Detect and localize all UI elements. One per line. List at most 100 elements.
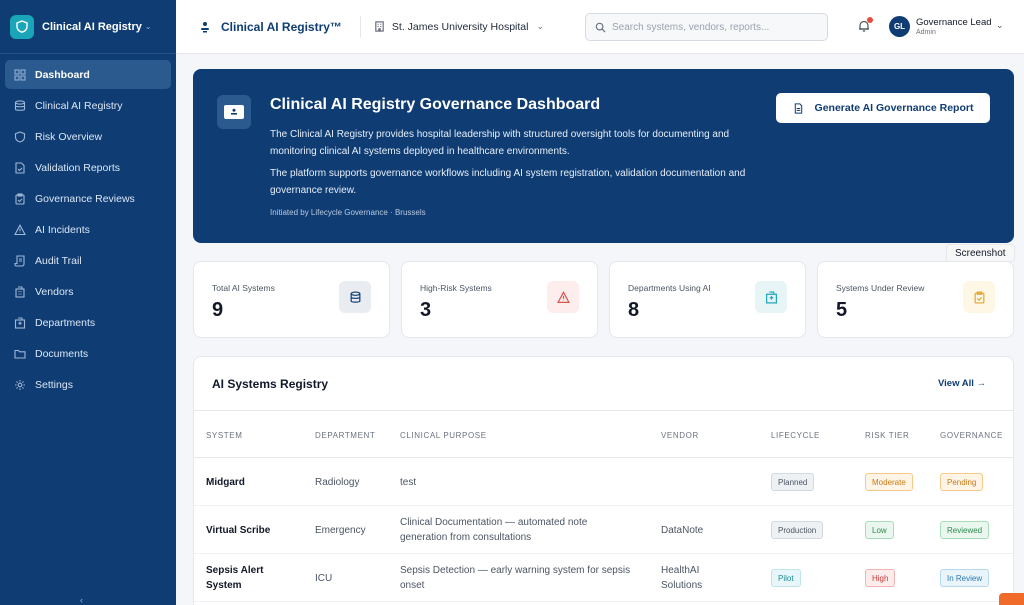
stat-value: 8 <box>628 299 640 321</box>
database-icon <box>339 281 371 313</box>
sidebar-item-documents[interactable]: Documents <box>5 339 171 368</box>
column-header-clinical-purpose[interactable]: CLINICAL PURPOSE <box>400 431 487 440</box>
warning-icon <box>547 281 579 313</box>
column-header-risk-tier[interactable]: RISK TIER <box>865 431 909 440</box>
generate-report-button[interactable]: Generate AI Governance Report <box>776 93 990 123</box>
lifecycle-badge: Pilot <box>771 569 801 587</box>
chevron-down-icon: ⌄ <box>144 22 152 31</box>
brand-switcher[interactable]: Clinical AI Registry ⌄ <box>0 0 176 54</box>
view-all-link[interactable]: View All → <box>938 378 986 389</box>
department-cell: Emergency <box>315 525 366 536</box>
column-header-department[interactable]: DEPARTMENT <box>315 431 375 440</box>
sidebar-item-label: Governance Reviews <box>35 192 135 205</box>
notifications-button[interactable] <box>857 17 873 33</box>
stat-label: Total AI Systems <box>212 283 275 293</box>
folder-icon <box>14 349 26 359</box>
sidebar-item-audit-trail[interactable]: Audit Trail <box>5 246 171 275</box>
shield-icon <box>14 130 26 143</box>
topbar: Clinical AI Registry™ St. James Universi… <box>176 0 1024 54</box>
hero-description-secondary: The platform supports governance workflo… <box>270 168 746 196</box>
stat-card-high-risk[interactable]: High-Risk Systems 3 <box>401 261 598 338</box>
stat-label: High-Risk Systems <box>420 283 492 293</box>
column-header-vendor[interactable]: VENDOR <box>661 431 699 440</box>
sidebar-item-label: Audit Trail <box>35 254 82 267</box>
hero-banner: Clinical AI Registry Governance Dashboar… <box>193 69 1014 243</box>
sidebar-item-label: Departments <box>35 316 96 329</box>
stat-card-total-systems[interactable]: Total AI Systems 9 <box>193 261 390 338</box>
sidebar-item-label: AI Incidents <box>35 223 90 236</box>
vendor-cell: HealthAI Solutions <box>661 565 703 591</box>
sidebar-item-dashboard[interactable]: Dashboard <box>5 60 171 89</box>
table-row[interactable]: Virtual Scribe Emergency Clinical Docume… <box>194 506 1013 554</box>
sidebar-item-clinical-ai-registry[interactable]: Clinical AI Registry <box>5 91 171 120</box>
hospital-icon <box>14 316 26 329</box>
department-cell: Radiology <box>315 477 360 488</box>
sidebar-item-label: Vendors <box>35 285 74 298</box>
system-name[interactable]: Virtual Scribe <box>206 523 270 538</box>
sidebar-item-validation-reports[interactable]: Validation Reports <box>5 153 171 182</box>
sidebar-item-governance-reviews[interactable]: Governance Reviews <box>5 184 171 213</box>
scroll-icon <box>14 254 25 267</box>
lifecycle-badge: Production <box>771 521 824 539</box>
vendor-cell: DataNote <box>661 525 704 536</box>
stat-card-departments[interactable]: Departments Using AI 8 <box>609 261 806 338</box>
user-name: Governance Lead <box>916 17 992 28</box>
table-header: SYSTEM DEPARTMENT CLINICAL PURPOSE VENDO… <box>194 410 1013 458</box>
purpose-cell: test <box>400 477 417 488</box>
sidebar-item-label: Clinical AI Registry <box>35 99 123 112</box>
document-icon <box>794 102 802 114</box>
building-icon <box>375 21 384 32</box>
sidebar-item-settings[interactable]: Settings <box>5 370 171 399</box>
clipboard-check-icon <box>15 192 25 205</box>
governance-badge: In Review <box>940 569 990 587</box>
stat-label: Systems Under Review <box>836 283 925 293</box>
sidebar-item-vendors[interactable]: Vendors <box>5 277 171 306</box>
department-cell: ICU <box>315 573 333 584</box>
search-icon <box>595 22 606 33</box>
sidebar-item-ai-incidents[interactable]: AI Incidents <box>5 215 171 244</box>
sidebar-item-departments[interactable]: Departments <box>5 308 171 337</box>
generate-report-label: Generate AI Governance Report <box>814 102 974 114</box>
stat-value: 5 <box>836 299 848 321</box>
hospital-emblem-icon <box>217 95 251 129</box>
chevron-down-icon[interactable]: ⌄ <box>996 20 1004 31</box>
page-title: Clinical AI Registry Governance Dashboar… <box>270 96 601 113</box>
registry-title: AI Systems Registry <box>212 377 329 391</box>
sidebar-nav: Dashboard Clinical AI Registry Risk Over… <box>0 54 176 407</box>
purpose-cell: Clinical Documentation — automated note … <box>400 517 588 543</box>
system-name[interactable]: Sepsis Alert System <box>206 563 291 593</box>
sidebar-item-risk-overview[interactable]: Risk Overview <box>5 122 171 151</box>
registry-panel: AI Systems Registry View All → SYSTEM DE… <box>193 356 1014 605</box>
column-header-governance[interactable]: GOVERNANCE <box>940 431 1003 440</box>
column-header-lifecycle[interactable]: LIFECYCLE <box>771 431 820 440</box>
divider <box>359 15 361 38</box>
risk-badge: High <box>865 569 896 587</box>
hospital-selector[interactable]: St. James University Hospital ⌄ <box>374 21 544 33</box>
hospital-icon <box>755 281 787 313</box>
search-box[interactable] <box>585 13 828 41</box>
search-input[interactable] <box>612 21 812 33</box>
registry-logo-icon <box>201 21 209 32</box>
hero-attribution: Initiated by Lifecycle Governance · Brus… <box>270 208 426 217</box>
hero-description: The Clinical AI Registry provides hospit… <box>270 129 730 157</box>
avatar[interactable]: GL <box>889 16 910 37</box>
governance-badge: Reviewed <box>940 521 990 539</box>
sidebar: Clinical AI Registry ⌄ Dashboard Clinica… <box>0 0 176 605</box>
stat-card-under-review[interactable]: Systems Under Review 5 <box>817 261 1014 338</box>
column-header-system[interactable]: SYSTEM <box>206 431 243 440</box>
shield-logo-icon <box>10 14 34 39</box>
stat-value: 9 <box>212 299 224 321</box>
sidebar-item-label: Risk Overview <box>35 130 103 143</box>
help-widget-button[interactable] <box>999 593 1024 605</box>
stat-label: Departments Using AI <box>628 283 711 293</box>
user-role: Admin <box>916 29 936 36</box>
gear-icon <box>15 379 25 390</box>
system-name[interactable]: Midgard <box>206 475 245 490</box>
user-menu[interactable]: Governance Lead Admin <box>916 17 992 36</box>
stat-value: 3 <box>420 299 432 321</box>
brand-title: Clinical AI Registry <box>42 20 142 33</box>
table-row[interactable]: Sepsis Alert System ICU Sepsis Detection… <box>194 554 1013 602</box>
grid-icon <box>14 68 26 81</box>
table-row[interactable]: Midgard Radiology test Planned Moderate … <box>194 458 1013 506</box>
collapse-sidebar-icon[interactable]: ‹ <box>80 595 83 605</box>
